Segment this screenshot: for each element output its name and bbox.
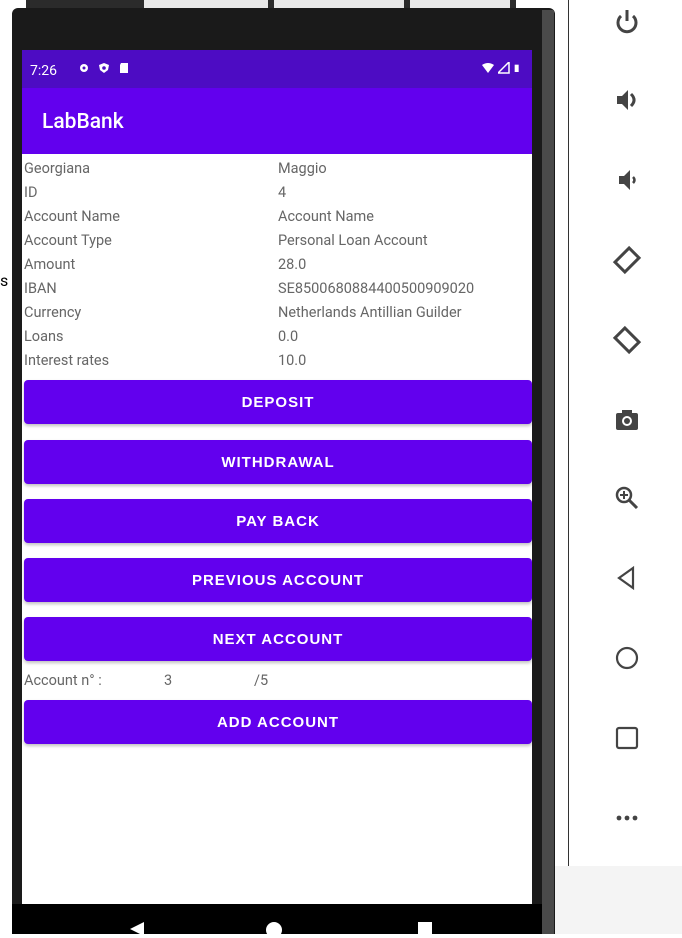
- info-row-id: ID 4: [24, 184, 532, 208]
- info-row-iban: IBAN SE8500680884400500909020: [24, 280, 532, 304]
- volume-up-icon: [617, 90, 636, 110]
- sd-card-icon: [120, 63, 128, 73]
- home-icon: [615, 646, 639, 670]
- account-counter: Account n° : 3 /5: [24, 672, 532, 696]
- volume-down-button[interactable]: [605, 158, 649, 202]
- settings-icon: [80, 64, 88, 72]
- info-row-account-type: Account Type Personal Loan Account: [24, 232, 532, 256]
- info-value: 10.0: [278, 352, 307, 369]
- info-label: Currency: [24, 304, 82, 321]
- account-info: Georgiana Maggio ID 4 Account Name Accou…: [24, 160, 532, 376]
- next-account-button[interactable]: NEXT ACCOUNT: [24, 617, 532, 661]
- camera-icon: [616, 410, 638, 430]
- account-counter-label: Account n° :: [24, 672, 102, 689]
- info-value: Personal Loan Account: [278, 232, 428, 249]
- app-title: LabBank: [42, 110, 124, 134]
- wifi-icon: [482, 63, 494, 73]
- withdrawal-button[interactable]: WITHDRAWAL: [24, 440, 532, 484]
- info-label: ID: [24, 184, 38, 201]
- stray-text: s: [0, 271, 9, 290]
- zoom-icon: [615, 486, 639, 510]
- account-counter-total: /5: [254, 672, 269, 689]
- rotate-left-icon: [612, 245, 642, 275]
- shield-icon: [99, 63, 109, 73]
- info-row-account-name: Account Name Account Name: [24, 208, 532, 232]
- status-time: 7:26: [30, 63, 57, 79]
- overview-icon: [615, 726, 639, 750]
- deposit-button[interactable]: DEPOSIT: [24, 380, 532, 424]
- window-top-strip: [26, 0, 516, 8]
- info-label: Loans: [24, 328, 64, 345]
- info-value: 0.0: [278, 328, 299, 345]
- previous-account-button[interactable]: PREVIOUS ACCOUNT: [24, 558, 532, 602]
- info-value: SE8500680884400500909020: [278, 280, 475, 297]
- back-icon: [617, 565, 635, 591]
- power-button[interactable]: [605, 0, 649, 44]
- info-value: Netherlands Antillian Guilder: [278, 304, 462, 321]
- camera-button[interactable]: [605, 398, 649, 442]
- account-counter-current: 3: [164, 672, 173, 689]
- app-bar: LabBank: [22, 88, 532, 154]
- more-icon: [616, 815, 638, 821]
- add-account-button[interactable]: ADD ACCOUNT: [24, 700, 532, 744]
- info-label: Account Type: [24, 232, 112, 249]
- pay-back-button[interactable]: PAY BACK: [24, 499, 532, 543]
- volume-down-icon: [619, 170, 636, 190]
- emulator-panel-footer: [555, 866, 682, 934]
- info-value: 4: [278, 184, 287, 201]
- owner-first-name: Georgiana: [24, 160, 91, 177]
- info-value: 28.0: [278, 256, 307, 273]
- battery-icon: [514, 64, 519, 72]
- home-button[interactable]: [605, 636, 649, 680]
- info-row-owner: Georgiana Maggio: [24, 160, 532, 184]
- info-label: Amount: [24, 256, 76, 273]
- info-label: Interest rates: [24, 352, 110, 369]
- zoom-button[interactable]: [605, 476, 649, 520]
- volume-up-button[interactable]: [605, 78, 649, 122]
- android-nav-bar: [12, 904, 542, 938]
- owner-last-name: Maggio: [278, 160, 327, 177]
- phone-screen: 7:26 LabBank Georgiana Maggio ID 4 Accou…: [22, 50, 532, 904]
- rotate-right-button[interactable]: [605, 318, 649, 362]
- rotate-left-button[interactable]: [605, 238, 649, 282]
- info-label: IBAN: [24, 280, 57, 297]
- rotate-right-icon: [612, 325, 642, 355]
- nav-home-icon[interactable]: [266, 922, 282, 938]
- emulator-side-panel: [568, 0, 682, 867]
- info-row-loans: Loans 0.0: [24, 328, 532, 352]
- info-row-currency: Currency Netherlands Antillian Guilder: [24, 304, 532, 328]
- info-row-interest: Interest rates 10.0: [24, 352, 532, 376]
- info-value: Account Name: [278, 208, 374, 225]
- signal-icon: [498, 62, 510, 74]
- back-button[interactable]: [605, 556, 649, 600]
- power-icon: [616, 10, 638, 34]
- overview-button[interactable]: [605, 716, 649, 760]
- status-bar: 7:26: [22, 50, 532, 90]
- info-row-amount: Amount 28.0: [24, 256, 532, 280]
- more-button[interactable]: [605, 796, 649, 840]
- device-edge: [542, 10, 554, 934]
- info-label: Account Name: [24, 208, 120, 225]
